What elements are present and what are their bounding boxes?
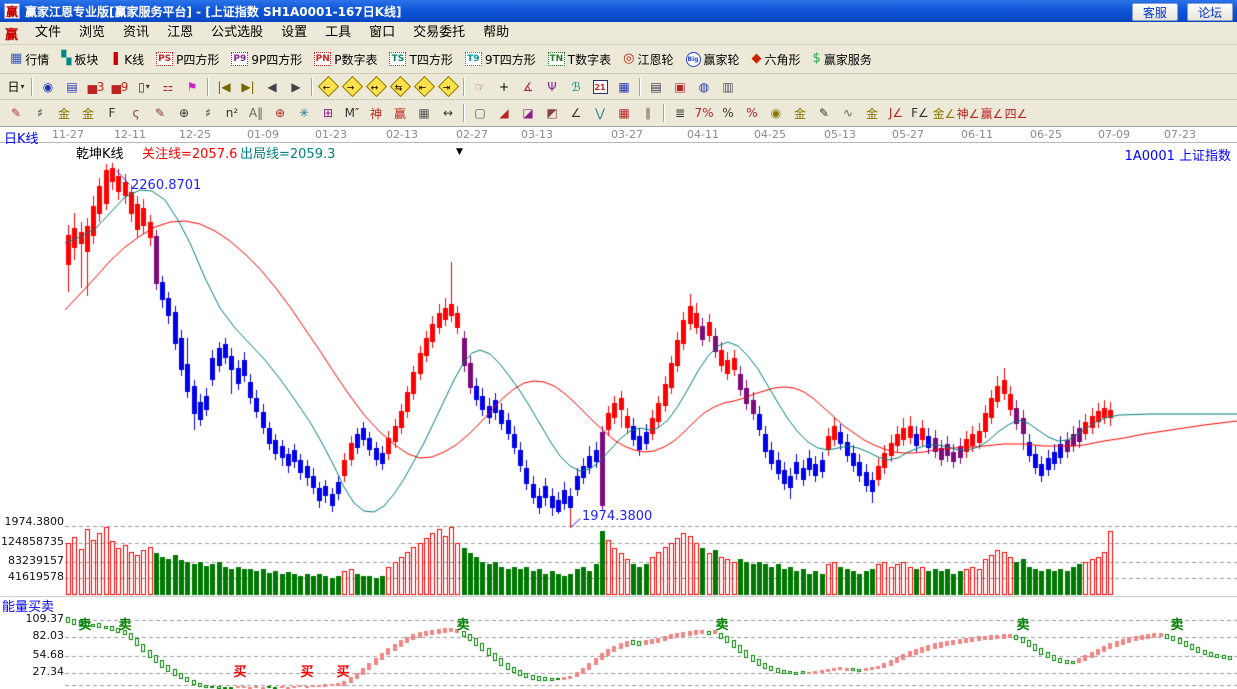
sell-signal-label: 卖	[78, 614, 91, 633]
date-axis-label: 06-25	[1030, 128, 1062, 141]
date-axis-label: 12-11	[114, 128, 146, 141]
date-axis-label: 06-11	[961, 128, 993, 141]
date-axis-label: 07-09	[1098, 128, 1130, 141]
price-axis-low-label: 1974.3800	[0, 515, 64, 528]
sell-signal-label: 卖	[456, 614, 469, 633]
date-axis-label: 02-27	[456, 128, 488, 141]
sell-signal-label: 卖	[715, 614, 728, 633]
date-axis-label: 01-09	[247, 128, 279, 141]
kline-pane-label: 日K线	[4, 128, 39, 147]
volume-axis-label: 41619578	[0, 570, 64, 583]
date-axis-label: 04-25	[754, 128, 786, 141]
oscillator-axis-label: 54.68	[0, 648, 64, 661]
date-axis-label: 02-13	[386, 128, 418, 141]
sell-signal-label: 卖	[118, 614, 131, 633]
buy-signal-label: 买	[336, 661, 349, 680]
date-axis-label: 11-27	[52, 128, 84, 141]
kline-model-label: 乾坤K线	[76, 143, 124, 162]
oscillator-axis-label: 82.03	[0, 629, 64, 642]
instrument-label: 1A0001 上证指数	[1125, 145, 1231, 164]
low-price-label: 1974.3800	[582, 509, 652, 524]
date-axis-label: 01-23	[315, 128, 347, 141]
date-axis-label: 05-27	[892, 128, 924, 141]
volume-axis-label: 83239157	[0, 554, 64, 567]
sell-signal-label: 卖	[1016, 614, 1029, 633]
chart-canvas[interactable]	[0, 0, 1237, 689]
date-axis-label: 03-13	[521, 128, 553, 141]
chart-caret-icon[interactable]: ▼	[456, 147, 463, 157]
exit-line-label: 出局线=2059.3	[240, 143, 335, 162]
date-axis-label: 07-23	[1164, 128, 1196, 141]
date-axis-label: 12-25	[179, 128, 211, 141]
date-axis-label: 04-11	[687, 128, 719, 141]
date-axis-label: 05-13	[824, 128, 856, 141]
oscillator-axis-label: 27.34	[0, 665, 64, 678]
attention-line-label: 关注线=2057.6	[142, 143, 237, 162]
oscillator-axis-label: 109.37	[0, 612, 64, 625]
volume-axis-label: 124858735	[0, 535, 64, 548]
date-axis-label: 03-27	[611, 128, 643, 141]
sell-signal-label: 卖	[1170, 614, 1183, 633]
app-window: 赢 赢家江恩专业版[赢家服务平台] - [上证指数 SH1A0001-167日K…	[0, 0, 1237, 689]
buy-signal-label: 买	[233, 661, 246, 680]
high-price-label: 2260.8701	[131, 178, 201, 193]
buy-signal-label: 买	[300, 661, 313, 680]
